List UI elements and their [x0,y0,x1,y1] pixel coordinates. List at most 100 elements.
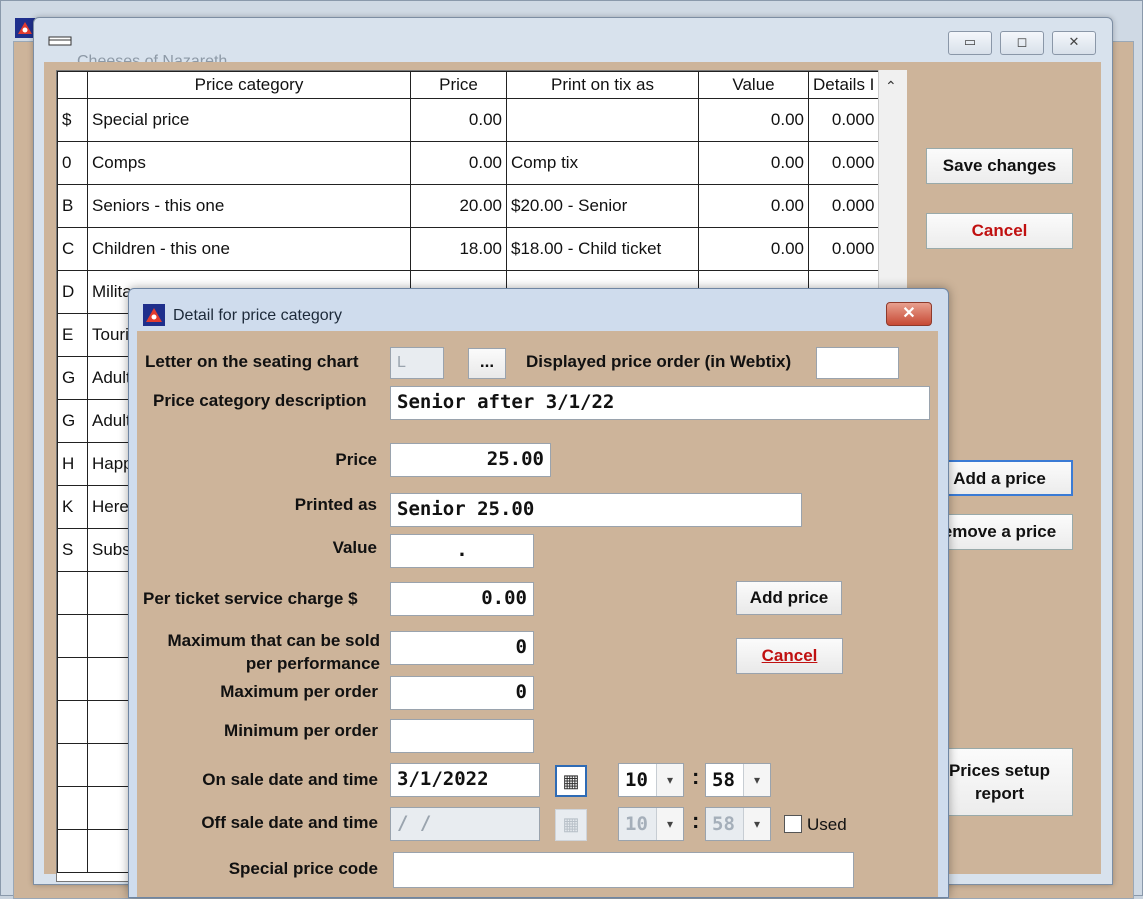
max-per-performance-line-1: Maximum that can be sold [167,631,380,650]
description-label: Price category description [153,391,367,410]
min-per-order-field[interactable] [390,719,534,753]
table-cell[interactable]: E [57,313,88,357]
table-cell[interactable]: 0.000 [807,141,880,185]
table-cell[interactable]: 0 [57,141,88,185]
off-sale-hour-select[interactable]: 10 ▾ [618,807,684,841]
table-cell[interactable]: C [57,227,88,271]
table-cell[interactable] [57,614,88,658]
table-cell[interactable]: 0.00 [698,227,809,271]
max-per-performance-line-2: per performance [245,654,380,673]
column-header[interactable]: Value [698,71,809,99]
time-separator: : [692,808,700,833]
table-cell[interactable]: 20.00 [410,184,507,228]
table-cell[interactable]: $ [57,98,88,142]
table-cell[interactable]: 0.000 [807,227,880,271]
table-cell[interactable]: 0.000 [807,98,880,142]
close-button[interactable]: ✕ [1052,31,1096,55]
value-label: Value [332,538,377,557]
off-sale-minute-select[interactable]: 58 ▾ [705,807,771,841]
close-icon: ✕ [1068,34,1080,49]
used-label: Used [807,815,847,834]
minimize-icon: ▭ [963,34,977,49]
off-sale-hour-value: 10 [625,813,648,835]
table-cell[interactable] [57,829,88,873]
calendar-icon[interactable]: ▦ [555,765,587,797]
table-cell[interactable]: Special price [87,98,411,142]
used-checkbox[interactable] [784,815,802,833]
table-cell[interactable]: 0.00 [698,141,809,185]
on-sale-minute-value: 58 [712,769,735,791]
dialog-close-button[interactable]: ✕ [886,302,932,326]
calendar-icon[interactable]: ▦ [555,809,587,841]
max-per-performance-field[interactable]: 0 [390,631,534,665]
table-cell[interactable]: 18.00 [410,227,507,271]
maximize-button[interactable]: ◻ [1000,31,1044,55]
table-cell[interactable]: 0.00 [410,98,507,142]
table-cell[interactable]: Children - this one [87,227,411,271]
letter-field[interactable]: L [390,347,444,379]
printed-as-field[interactable]: Senior 25.00 [390,493,802,527]
table-cell[interactable]: 0.00 [410,141,507,185]
table-row[interactable]: $ Special price 0.00 0.00 0.000 [57,98,880,142]
minimize-button[interactable]: ▭ [948,31,992,55]
table-cell[interactable]: $18.00 - Child ticket [506,227,699,271]
table-cell[interactable]: Comps [87,141,411,185]
table-cell[interactable]: K [57,485,88,529]
on-sale-minute-select[interactable]: 58 ▾ [705,763,771,797]
save-changes-button[interactable]: Save changes [926,148,1073,184]
column-header[interactable]: Print on tix as [506,71,699,99]
off-sale-date-field[interactable]: / / [390,807,540,841]
special-code-field[interactable] [393,852,854,888]
on-sale-hour-value: 10 [625,769,648,791]
table-cell[interactable] [57,657,88,701]
table-cell[interactable]: S [57,528,88,572]
maximize-icon: ◻ [1016,34,1028,49]
table-cell[interactable] [57,700,88,744]
table-row[interactable]: 0 Comps 0.00 Comp tix 0.00 0.000 [57,141,880,185]
table-cell[interactable]: G [57,399,88,443]
table-cell[interactable] [57,786,88,830]
table-cell[interactable]: B [57,184,88,228]
scroll-up-icon[interactable]: ⌃ [885,78,897,95]
price-field[interactable]: 25.00 [390,443,551,477]
ellipsis-button[interactable]: ... [468,348,506,379]
table-cell[interactable]: 0.00 [698,184,809,228]
column-header[interactable]: Price category [87,71,411,99]
table-cell[interactable]: 0.000 [807,184,880,228]
detail-dialog: Detail for price category ✕ Letter on th… [128,288,949,898]
table-cell[interactable] [57,743,88,787]
table-cell[interactable]: H [57,442,88,486]
max-per-order-field[interactable]: 0 [390,676,534,710]
on-sale-label: On sale date and time [202,770,378,789]
on-sale-hour-select[interactable]: 10 ▾ [618,763,684,797]
column-header[interactable]: Details I [807,71,880,99]
value-field[interactable]: . [390,534,534,568]
on-sale-date-field[interactable]: 3/1/2022 [390,763,540,797]
chevron-down-icon: ▾ [656,808,683,840]
table-cell[interactable]: G [57,356,88,400]
table-cell[interactable]: Comp tix [506,141,699,185]
table-cell[interactable] [57,571,88,615]
app-icon [143,304,165,326]
table-cell[interactable]: Seniors - this one [87,184,411,228]
add-price-button[interactable]: Add price [736,581,842,615]
table-cell[interactable] [506,98,699,142]
description-field[interactable]: Senior after 3/1/22 [390,386,930,420]
column-header[interactable] [57,71,88,99]
table-icon [48,36,72,46]
table-row[interactable]: C Children - this one 18.00 $18.00 - Child … [57,227,880,271]
service-charge-label: Per ticket service charge $ [143,589,358,608]
chevron-down-icon: ▾ [743,808,770,840]
table-cell[interactable]: 0.00 [698,98,809,142]
dialog-cancel-button[interactable]: Cancel [736,638,843,674]
service-charge-field[interactable]: 0.00 [390,582,534,616]
special-code-label: Special price code [228,859,378,878]
order-field[interactable] [816,347,899,379]
order-label: Displayed price order (in Webtix) [526,352,792,371]
table-row[interactable]: B Seniors - this one 20.00 $20.00 - Senior 0… [57,184,880,228]
cancel-changes-button[interactable]: Cancel [926,213,1073,249]
column-header[interactable]: Price [410,71,507,99]
close-icon: ✕ [902,305,916,322]
table-cell[interactable]: D [57,270,88,314]
table-cell[interactable]: $20.00 - Senior [506,184,699,228]
